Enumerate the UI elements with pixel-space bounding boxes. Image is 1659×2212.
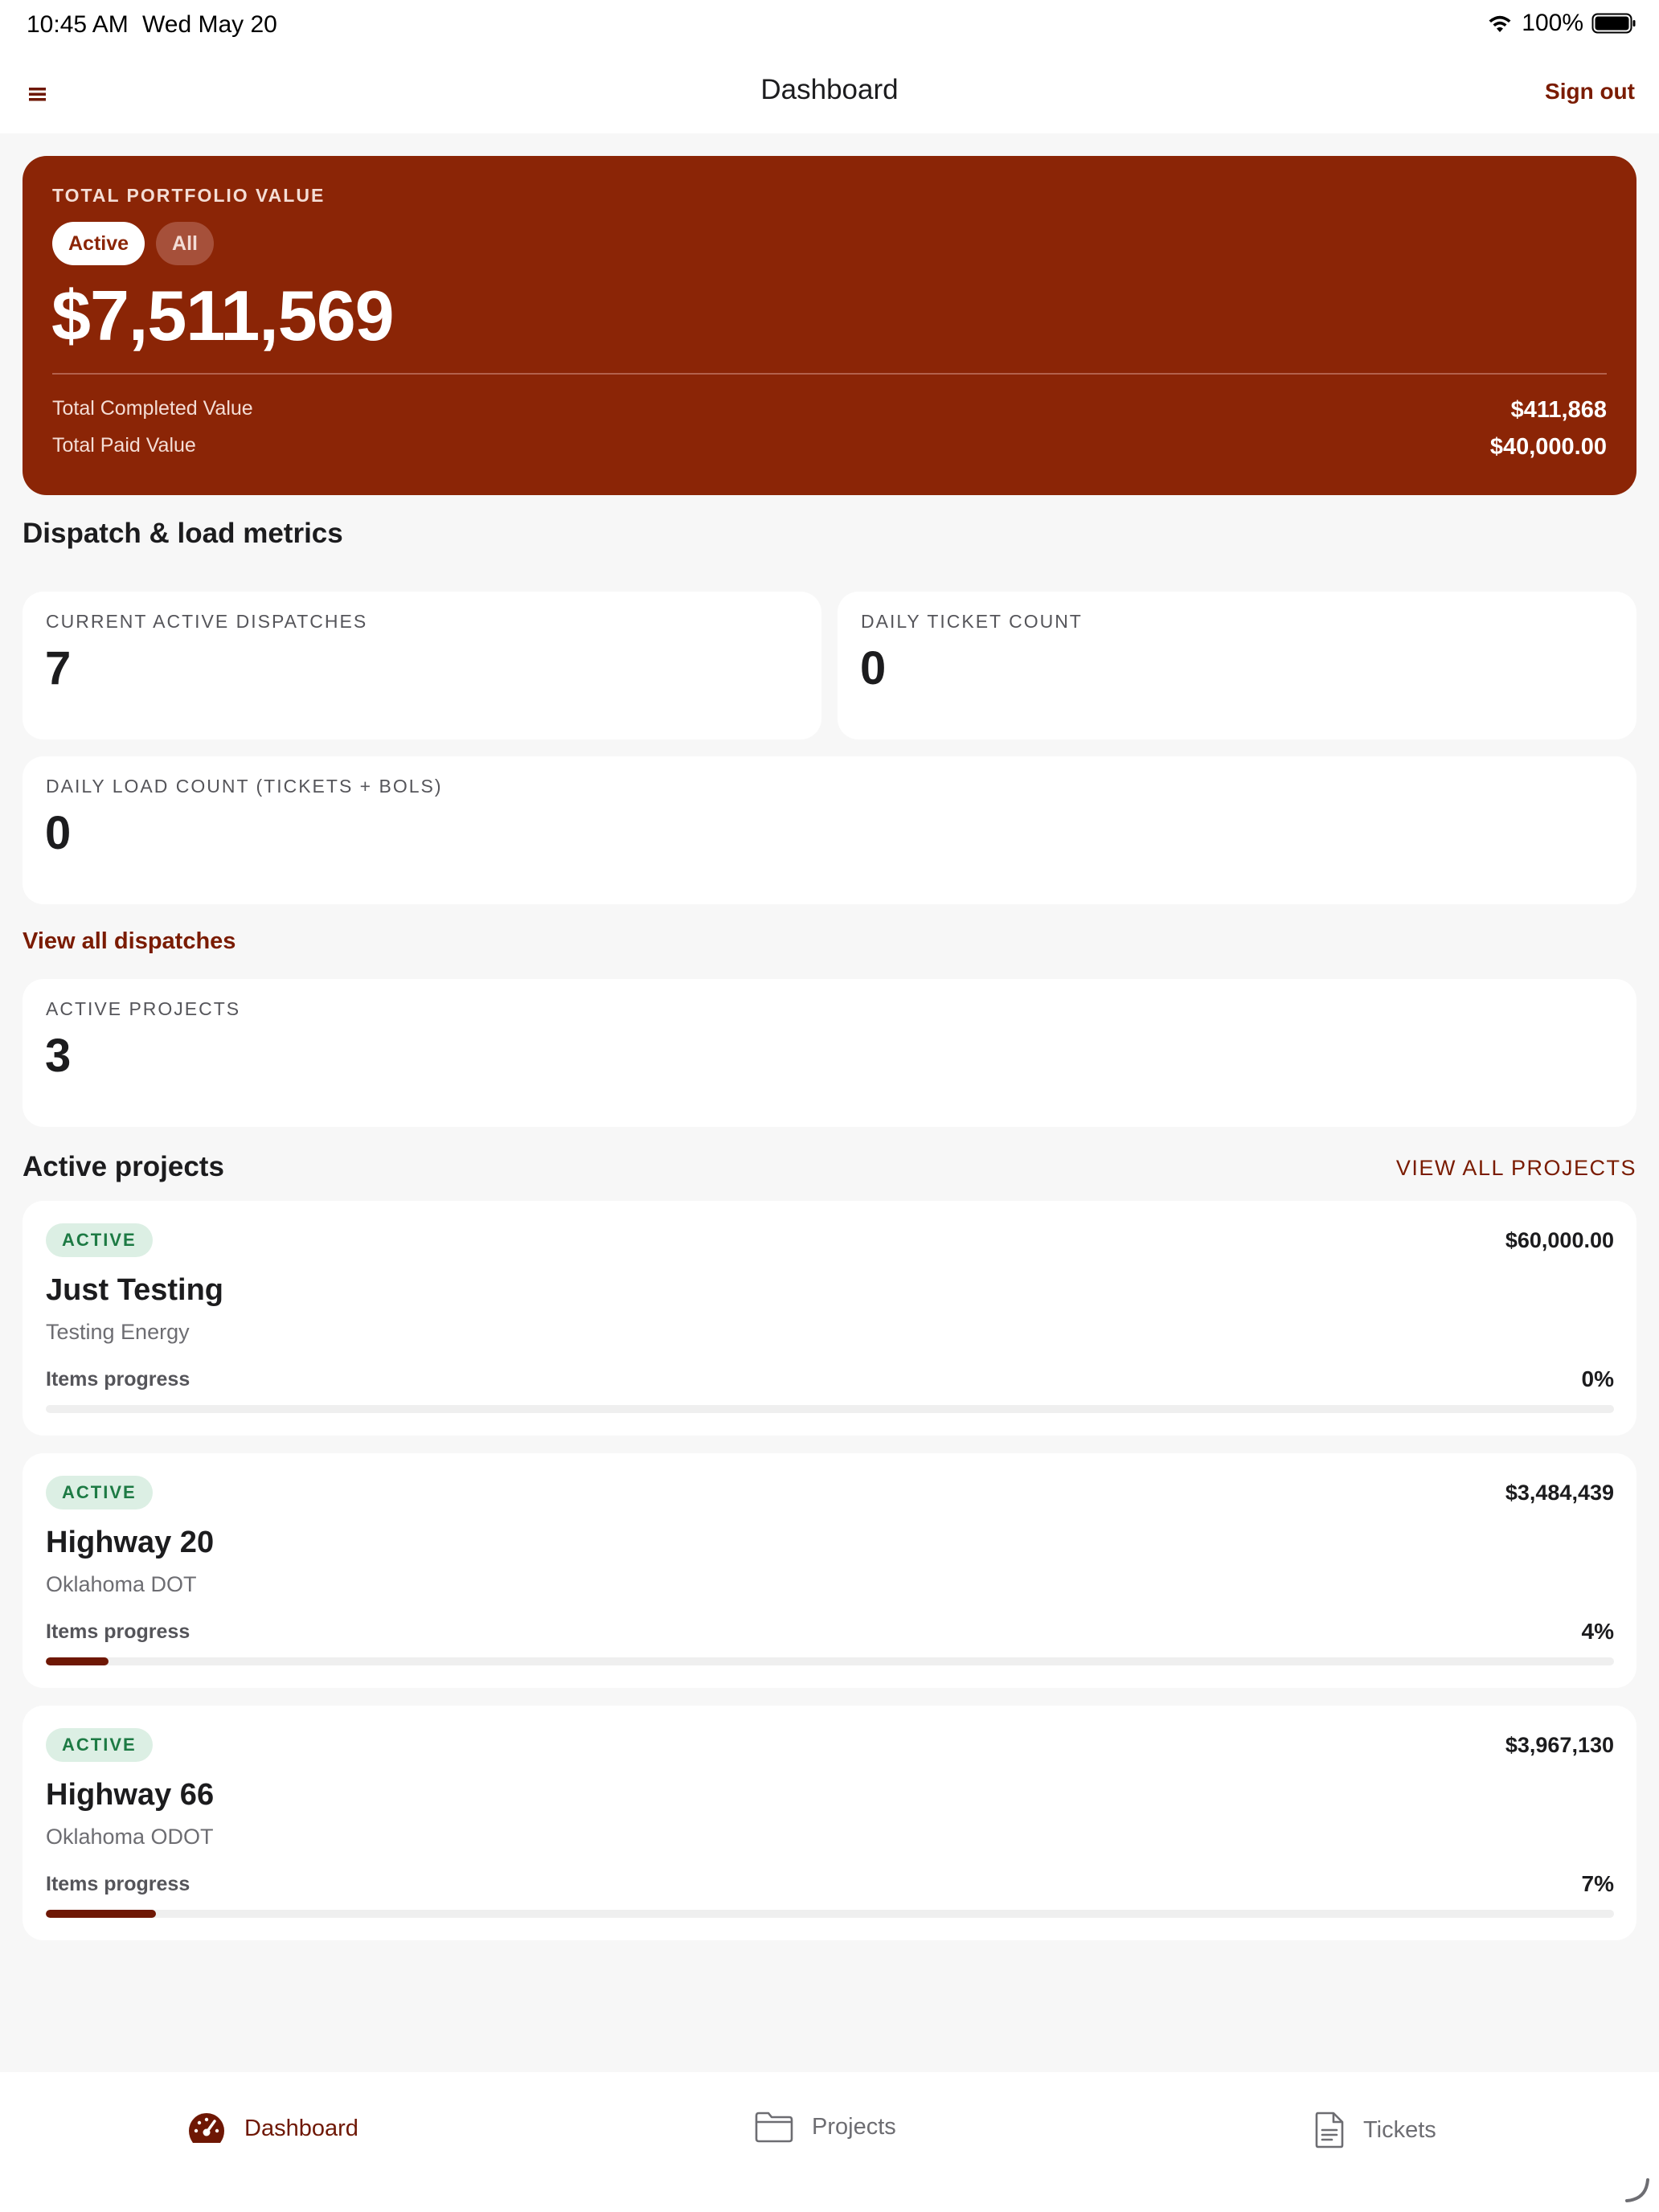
page-title: Dashboard <box>760 74 899 105</box>
sign-out-button[interactable]: Sign out <box>1545 79 1635 104</box>
project-name: Just Testing <box>46 1273 223 1307</box>
portfolio-card: TOTAL PORTFOLIO VALUE Active All $7,511,… <box>23 156 1636 495</box>
tab-projects[interactable]: Projects <box>754 2111 896 2143</box>
project-client: Oklahoma DOT <box>46 1572 197 1596</box>
active-dispatches-value: 7 <box>45 642 72 694</box>
view-all-projects-link[interactable]: VIEW ALL PROJECTS <box>1396 1156 1636 1181</box>
project-amount: $60,000.00 <box>1505 1228 1614 1252</box>
tab-tickets-label: Tickets <box>1363 2116 1436 2143</box>
daily-ticket-value: 0 <box>860 642 887 694</box>
document-icon <box>1315 2112 1344 2149</box>
progress-percent: 4% <box>1581 1619 1614 1644</box>
status-badge: ACTIVE <box>46 1476 153 1509</box>
tab-dashboard-label: Dashboard <box>244 2115 358 2141</box>
progress-track <box>46 1657 1614 1665</box>
completed-row: Total Completed Value $411,868 <box>52 397 1607 424</box>
progress-label: Items progress <box>46 1873 190 1895</box>
paid-label: Total Paid Value <box>52 434 196 457</box>
active-projects-label: ACTIVE PROJECTS <box>46 998 241 1019</box>
paid-row: Total Paid Value $40,000.00 <box>52 434 1607 461</box>
project-card[interactable]: ACTIVE $60,000.00 Just Testing Testing E… <box>23 1201 1636 1436</box>
project-card[interactable]: ACTIVE $3,967,130 Highway 66 Oklahoma OD… <box>23 1706 1636 1940</box>
tab-dashboard[interactable]: Dashboard <box>186 2111 358 2146</box>
daily-ticket-card[interactable]: DAILY TICKET COUNT 0 <box>838 592 1636 739</box>
wifi-icon <box>1489 15 1511 32</box>
status-badge: ACTIVE <box>46 1728 153 1762</box>
speedometer-icon <box>189 2113 224 2143</box>
progress-track <box>46 1910 1614 1918</box>
project-name: Highway 66 <box>46 1778 215 1812</box>
dispatch-section-title: Dispatch & load metrics <box>23 518 343 549</box>
active-projects-value: 3 <box>45 1030 72 1082</box>
completed-value: $411,868 <box>1510 397 1607 423</box>
resize-handle-icon[interactable] <box>1624 2177 1651 2204</box>
progress-percent: 0% <box>1581 1366 1614 1391</box>
portfolio-filter: Active All <box>52 222 214 265</box>
daily-load-label: DAILY LOAD COUNT (TICKETS + BOLS) <box>46 776 443 797</box>
progress-fill <box>46 1657 109 1665</box>
project-client: Testing Energy <box>46 1320 190 1344</box>
tab-projects-label: Projects <box>812 2113 896 2140</box>
folder-icon <box>755 2112 793 2143</box>
paid-value: $40,000.00 <box>1489 434 1607 460</box>
filter-all-button[interactable]: All <box>156 222 214 265</box>
project-name: Highway 20 <box>46 1526 215 1559</box>
project-client: Oklahoma ODOT <box>46 1825 214 1849</box>
daily-ticket-label: DAILY TICKET COUNT <box>861 611 1083 632</box>
status-badge: ACTIVE <box>46 1223 153 1257</box>
active-dispatches-card[interactable]: CURRENT ACTIVE DISPATCHES 7 <box>23 592 821 739</box>
daily-load-value: 0 <box>45 807 72 859</box>
progress-fill <box>46 1910 156 1918</box>
tab-tickets[interactable]: Tickets <box>1313 2111 1436 2149</box>
status-right: 100% <box>1486 10 1636 37</box>
completed-label: Total Completed Value <box>52 397 253 420</box>
daily-load-card[interactable]: DAILY LOAD COUNT (TICKETS + BOLS) 0 <box>23 756 1636 904</box>
progress-percent: 7% <box>1581 1871 1614 1896</box>
progress-track <box>46 1405 1614 1413</box>
filter-active-button[interactable]: Active <box>52 222 145 265</box>
view-all-dispatches-link[interactable]: View all dispatches <box>23 928 236 955</box>
project-amount: $3,967,130 <box>1505 1733 1614 1757</box>
portfolio-label: TOTAL PORTFOLIO VALUE <box>52 185 326 206</box>
status-time: 10:45 AM <box>27 11 129 38</box>
projects-section-title: Active projects <box>23 1151 224 1182</box>
portfolio-value: $7,511,569 <box>51 276 395 355</box>
project-amount: $3,484,439 <box>1505 1481 1614 1505</box>
status-date: Wed May 20 <box>142 11 277 38</box>
battery-icon <box>1591 13 1636 34</box>
project-card[interactable]: ACTIVE $3,484,439 Highway 20 Oklahoma DO… <box>23 1453 1636 1688</box>
active-dispatches-label: CURRENT ACTIVE DISPATCHES <box>46 611 368 632</box>
active-projects-card[interactable]: ACTIVE PROJECTS 3 <box>23 979 1636 1127</box>
battery-percent: 100% <box>1522 10 1583 36</box>
tab-bar: Dashboard Projects Tickets <box>0 2072 1659 2212</box>
status-bar: 10:45 AM Wed May 20 100% <box>0 0 1659 53</box>
portfolio-divider <box>52 373 1607 375</box>
progress-label: Items progress <box>46 1368 190 1391</box>
progress-label: Items progress <box>46 1620 190 1643</box>
nav-bar: Dashboard Sign out <box>0 53 1659 133</box>
